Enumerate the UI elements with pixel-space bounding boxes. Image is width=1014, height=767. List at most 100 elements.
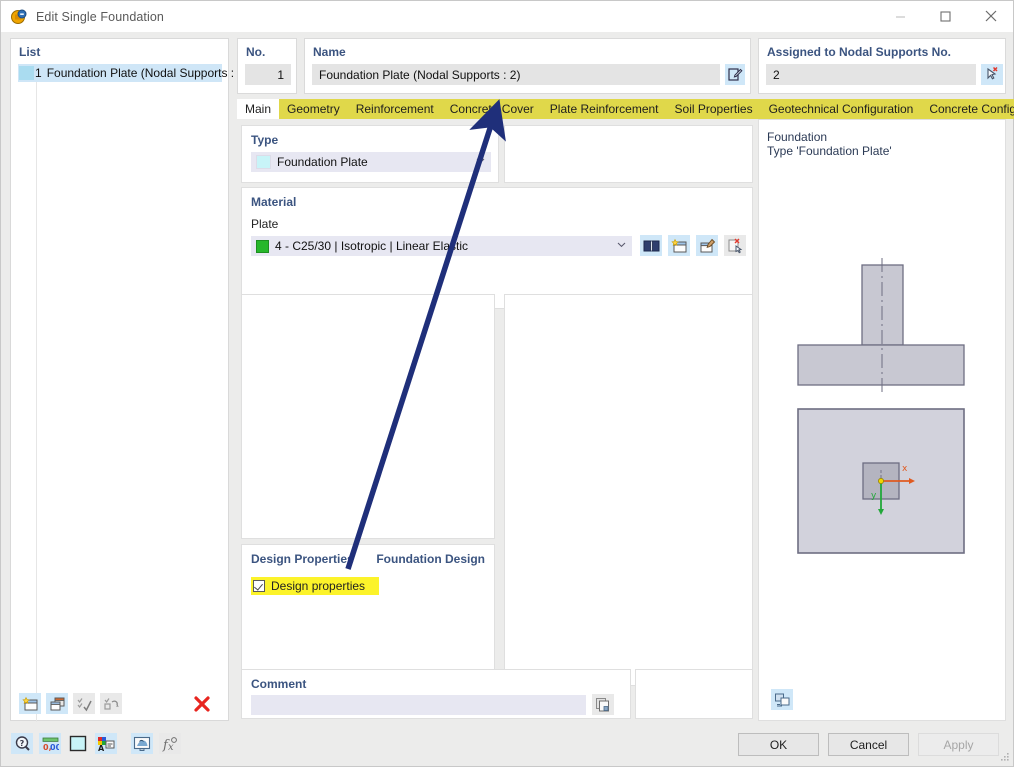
foundation-preview-graphic: x y: [797, 258, 965, 554]
material-color-swatch: [256, 239, 269, 253]
minimize-button[interactable]: [878, 1, 923, 31]
comment-templates-icon[interactable]: [592, 694, 614, 715]
apply-button: Apply: [918, 733, 999, 756]
name-field-group: Name Foundation Plate (Nodal Supports : …: [304, 38, 751, 94]
tab-geometry[interactable]: Geometry: [279, 99, 348, 119]
comment-title: Comment: [251, 677, 307, 691]
tab-geotechnical-configuration[interactable]: Geotechnical Configuration: [760, 99, 922, 119]
material-section-title: Material: [251, 195, 297, 209]
svg-text:A: A: [98, 744, 105, 752]
tab-soil-properties[interactable]: Soil Properties: [666, 99, 761, 119]
foundation-preview-panel: Foundation Type 'Foundation Plate' x y: [758, 119, 1006, 721]
window-controls: [878, 1, 1013, 31]
tab-main[interactable]: Main: [237, 99, 280, 119]
material-plate-label: Plate: [251, 217, 279, 231]
number-value: 1: [245, 64, 291, 85]
assigned-input[interactable]: 2: [766, 64, 976, 85]
tab-plate-reinforcement[interactable]: Plate Reinforcement: [541, 99, 667, 119]
blank-panel-right: [504, 294, 753, 686]
main-tab-content: Type Foundation Plate Material Plate 4 -…: [237, 119, 757, 721]
svg-text:y: y: [871, 491, 877, 501]
tab-concrete-cover[interactable]: Concrete Cover: [441, 99, 542, 119]
select-all-icon: [73, 693, 95, 714]
object-list-panel: List 1 Foundation Plate (Nodal Supports …: [10, 38, 248, 722]
resize-grip[interactable]: [998, 751, 1010, 763]
material-library-icon[interactable]: [640, 235, 662, 256]
name-input[interactable]: Foundation Plate (Nodal Supports : 2): [312, 64, 720, 85]
title-bar: Edit Single Foundation: [1, 1, 1013, 32]
type-section-spacer: [504, 125, 753, 183]
list-rows: 1 Foundation Plate (Nodal Supports : 2): [18, 64, 248, 82]
list-column-divider: [36, 64, 37, 722]
name-label: Name: [313, 45, 346, 59]
list-header-label: List: [19, 45, 41, 59]
material-button-row: [640, 235, 746, 256]
tab-concrete-configuration[interactable]: Concrete Configuration: [921, 99, 1014, 119]
tab-reinforcement[interactable]: Reinforcement: [347, 99, 442, 119]
tab-bar: Main Geometry Reinforcement Concrete Cov…: [237, 99, 1014, 119]
number-label: No.: [246, 45, 266, 59]
new-material-icon[interactable]: [668, 235, 690, 256]
ok-button[interactable]: OK: [738, 733, 819, 756]
chevron-down-icon: [476, 156, 485, 165]
display-properties-icon[interactable]: A: [95, 733, 117, 754]
foundation-design-title: Foundation Design: [376, 552, 485, 566]
svg-text:x: x: [168, 742, 174, 752]
window-title: Edit Single Foundation: [36, 9, 164, 24]
copy-item-icon[interactable]: [46, 693, 68, 714]
list-item-number: 1: [35, 66, 42, 80]
material-plate-combobox[interactable]: 4 - C25/30 | Isotropic | Linear Elastic: [251, 236, 632, 256]
status-icon-row: ? 0, 00 A f x: [11, 733, 181, 754]
checkbox-icon: [253, 580, 265, 592]
number-field-group: No. 1: [237, 38, 297, 94]
delete-item-icon[interactable]: [191, 693, 213, 714]
list-item-label: Foundation Plate (Nodal Supports : 2): [46, 66, 249, 80]
material-plate-value: 4 - C25/30 | Isotropic | Linear Elastic: [275, 239, 468, 253]
edit-material-icon[interactable]: [696, 235, 718, 256]
material-section: Material Plate 4 - C25/30 | Isotropic | …: [241, 187, 753, 309]
type-section: Type Foundation Plate: [241, 125, 499, 183]
list-item[interactable]: 1 Foundation Plate (Nodal Supports : 2): [18, 64, 248, 82]
design-properties-title: Design Properties: [251, 552, 354, 566]
type-combobox[interactable]: Foundation Plate: [251, 152, 491, 172]
view-render-icon[interactable]: [131, 733, 153, 754]
preview-caption-line2: Type 'Foundation Plate': [767, 144, 892, 158]
formula-icon: f x: [159, 733, 181, 754]
preview-caption-line1: Foundation: [767, 130, 828, 144]
rename-icon[interactable]: [725, 64, 745, 85]
maximize-button[interactable]: [923, 1, 968, 31]
design-properties-checkbox-label: Design properties: [271, 579, 366, 593]
assigned-supports-group: Assigned to Nodal Supports No. 2: [758, 38, 1006, 94]
new-item-icon[interactable]: [19, 693, 41, 714]
color-swatch-icon[interactable]: [67, 733, 89, 754]
cancel-button[interactable]: Cancel: [828, 733, 909, 756]
list-toolbar: [11, 687, 228, 720]
comment-combobox[interactable]: [251, 695, 586, 715]
comment-spacer-panel: [635, 669, 753, 719]
blank-panel-left: [241, 294, 495, 539]
type-value: Foundation Plate: [277, 155, 368, 169]
svg-text:00: 00: [50, 743, 59, 752]
delete-material-icon: [724, 235, 746, 256]
type-color-swatch: [256, 155, 271, 169]
assigned-label: Assigned to Nodal Supports No.: [767, 45, 952, 59]
preview-settings-icon[interactable]: [771, 689, 793, 710]
dialog-status-bar: ? 0, 00 A f x OK Cancel Apply: [1, 725, 1013, 766]
svg-text:?: ?: [19, 739, 24, 748]
edit-single-foundation-dialog: Edit Single Foundation List 1 Foundation…: [0, 0, 1014, 767]
chevron-down-icon: [617, 240, 626, 249]
close-button[interactable]: [968, 1, 1013, 31]
numeric-format-icon[interactable]: 0, 00: [39, 733, 61, 754]
svg-text:x: x: [902, 464, 908, 474]
list-item-color-swatch: [18, 65, 35, 81]
preview-caption: Foundation Type 'Foundation Plate': [767, 130, 892, 158]
invert-selection-icon: [100, 693, 122, 714]
pick-in-graphic-icon[interactable]: [981, 64, 1003, 85]
type-section-title: Type: [251, 133, 279, 147]
design-properties-section: Design Properties Foundation Design Desi…: [241, 544, 495, 686]
info-help-icon[interactable]: ?: [11, 733, 33, 754]
comment-section: Comment: [241, 669, 631, 719]
dialog-buttons: OK Cancel Apply: [738, 733, 999, 756]
design-properties-checkbox[interactable]: Design properties: [251, 577, 380, 595]
foundation-app-icon: [10, 8, 28, 26]
